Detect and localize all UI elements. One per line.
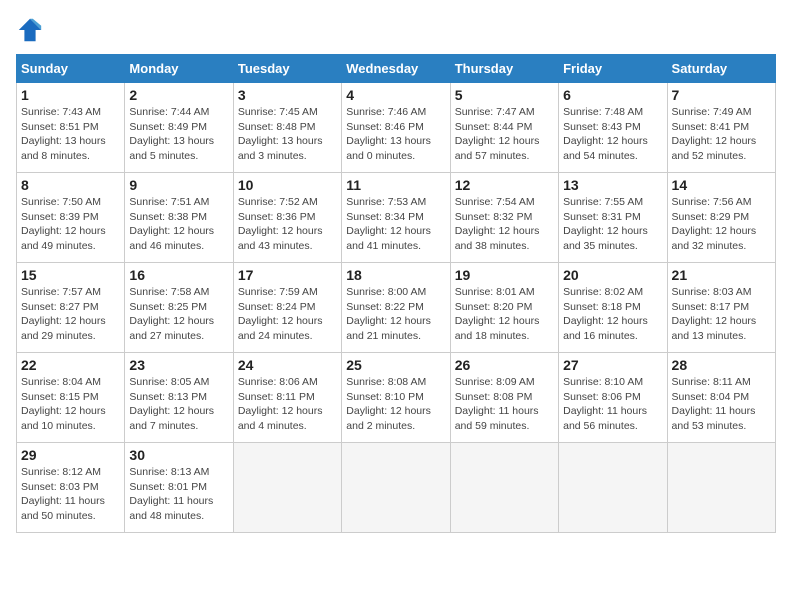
calendar-day-12: 12Sunrise: 7:54 AMSunset: 8:32 PMDayligh… <box>450 173 558 263</box>
calendar-day-4: 4Sunrise: 7:46 AMSunset: 8:46 PMDaylight… <box>342 83 450 173</box>
weekday-header-friday: Friday <box>559 55 667 83</box>
week-row-3: 15Sunrise: 7:57 AMSunset: 8:27 PMDayligh… <box>17 263 776 353</box>
calendar-day-9: 9Sunrise: 7:51 AMSunset: 8:38 PMDaylight… <box>125 173 233 263</box>
calendar-day-16: 16Sunrise: 7:58 AMSunset: 8:25 PMDayligh… <box>125 263 233 353</box>
calendar-day-empty <box>450 443 558 533</box>
calendar-day-24: 24Sunrise: 8:06 AMSunset: 8:11 PMDayligh… <box>233 353 341 443</box>
week-row-1: 1Sunrise: 7:43 AMSunset: 8:51 PMDaylight… <box>17 83 776 173</box>
calendar-day-11: 11Sunrise: 7:53 AMSunset: 8:34 PMDayligh… <box>342 173 450 263</box>
calendar-day-21: 21Sunrise: 8:03 AMSunset: 8:17 PMDayligh… <box>667 263 775 353</box>
calendar-day-10: 10Sunrise: 7:52 AMSunset: 8:36 PMDayligh… <box>233 173 341 263</box>
calendar-day-28: 28Sunrise: 8:11 AMSunset: 8:04 PMDayligh… <box>667 353 775 443</box>
calendar-day-3: 3Sunrise: 7:45 AMSunset: 8:48 PMDaylight… <box>233 83 341 173</box>
calendar-day-empty <box>667 443 775 533</box>
calendar-day-22: 22Sunrise: 8:04 AMSunset: 8:15 PMDayligh… <box>17 353 125 443</box>
weekday-header-row: SundayMondayTuesdayWednesdayThursdayFrid… <box>17 55 776 83</box>
weekday-header-monday: Monday <box>125 55 233 83</box>
calendar-day-8: 8Sunrise: 7:50 AMSunset: 8:39 PMDaylight… <box>17 173 125 263</box>
weekday-header-saturday: Saturday <box>667 55 775 83</box>
week-row-2: 8Sunrise: 7:50 AMSunset: 8:39 PMDaylight… <box>17 173 776 263</box>
calendar-day-5: 5Sunrise: 7:47 AMSunset: 8:44 PMDaylight… <box>450 83 558 173</box>
calendar-day-29: 29Sunrise: 8:12 AMSunset: 8:03 PMDayligh… <box>17 443 125 533</box>
calendar-day-13: 13Sunrise: 7:55 AMSunset: 8:31 PMDayligh… <box>559 173 667 263</box>
calendar-day-25: 25Sunrise: 8:08 AMSunset: 8:10 PMDayligh… <box>342 353 450 443</box>
calendar-day-14: 14Sunrise: 7:56 AMSunset: 8:29 PMDayligh… <box>667 173 775 263</box>
week-row-5: 29Sunrise: 8:12 AMSunset: 8:03 PMDayligh… <box>17 443 776 533</box>
calendar-day-19: 19Sunrise: 8:01 AMSunset: 8:20 PMDayligh… <box>450 263 558 353</box>
weekday-header-tuesday: Tuesday <box>233 55 341 83</box>
week-row-4: 22Sunrise: 8:04 AMSunset: 8:15 PMDayligh… <box>17 353 776 443</box>
calendar-day-empty <box>559 443 667 533</box>
calendar-day-23: 23Sunrise: 8:05 AMSunset: 8:13 PMDayligh… <box>125 353 233 443</box>
calendar-day-6: 6Sunrise: 7:48 AMSunset: 8:43 PMDaylight… <box>559 83 667 173</box>
calendar-day-2: 2Sunrise: 7:44 AMSunset: 8:49 PMDaylight… <box>125 83 233 173</box>
calendar-table: SundayMondayTuesdayWednesdayThursdayFrid… <box>16 54 776 533</box>
calendar-day-1: 1Sunrise: 7:43 AMSunset: 8:51 PMDaylight… <box>17 83 125 173</box>
logo <box>16 16 48 44</box>
weekday-header-sunday: Sunday <box>17 55 125 83</box>
calendar-day-7: 7Sunrise: 7:49 AMSunset: 8:41 PMDaylight… <box>667 83 775 173</box>
calendar-day-15: 15Sunrise: 7:57 AMSunset: 8:27 PMDayligh… <box>17 263 125 353</box>
calendar-day-26: 26Sunrise: 8:09 AMSunset: 8:08 PMDayligh… <box>450 353 558 443</box>
calendar-day-18: 18Sunrise: 8:00 AMSunset: 8:22 PMDayligh… <box>342 263 450 353</box>
calendar-day-empty <box>342 443 450 533</box>
page-header <box>16 16 776 44</box>
weekday-header-thursday: Thursday <box>450 55 558 83</box>
calendar-day-empty <box>233 443 341 533</box>
calendar-day-30: 30Sunrise: 8:13 AMSunset: 8:01 PMDayligh… <box>125 443 233 533</box>
calendar-day-20: 20Sunrise: 8:02 AMSunset: 8:18 PMDayligh… <box>559 263 667 353</box>
logo-icon <box>16 16 44 44</box>
weekday-header-wednesday: Wednesday <box>342 55 450 83</box>
calendar-day-17: 17Sunrise: 7:59 AMSunset: 8:24 PMDayligh… <box>233 263 341 353</box>
calendar-day-27: 27Sunrise: 8:10 AMSunset: 8:06 PMDayligh… <box>559 353 667 443</box>
